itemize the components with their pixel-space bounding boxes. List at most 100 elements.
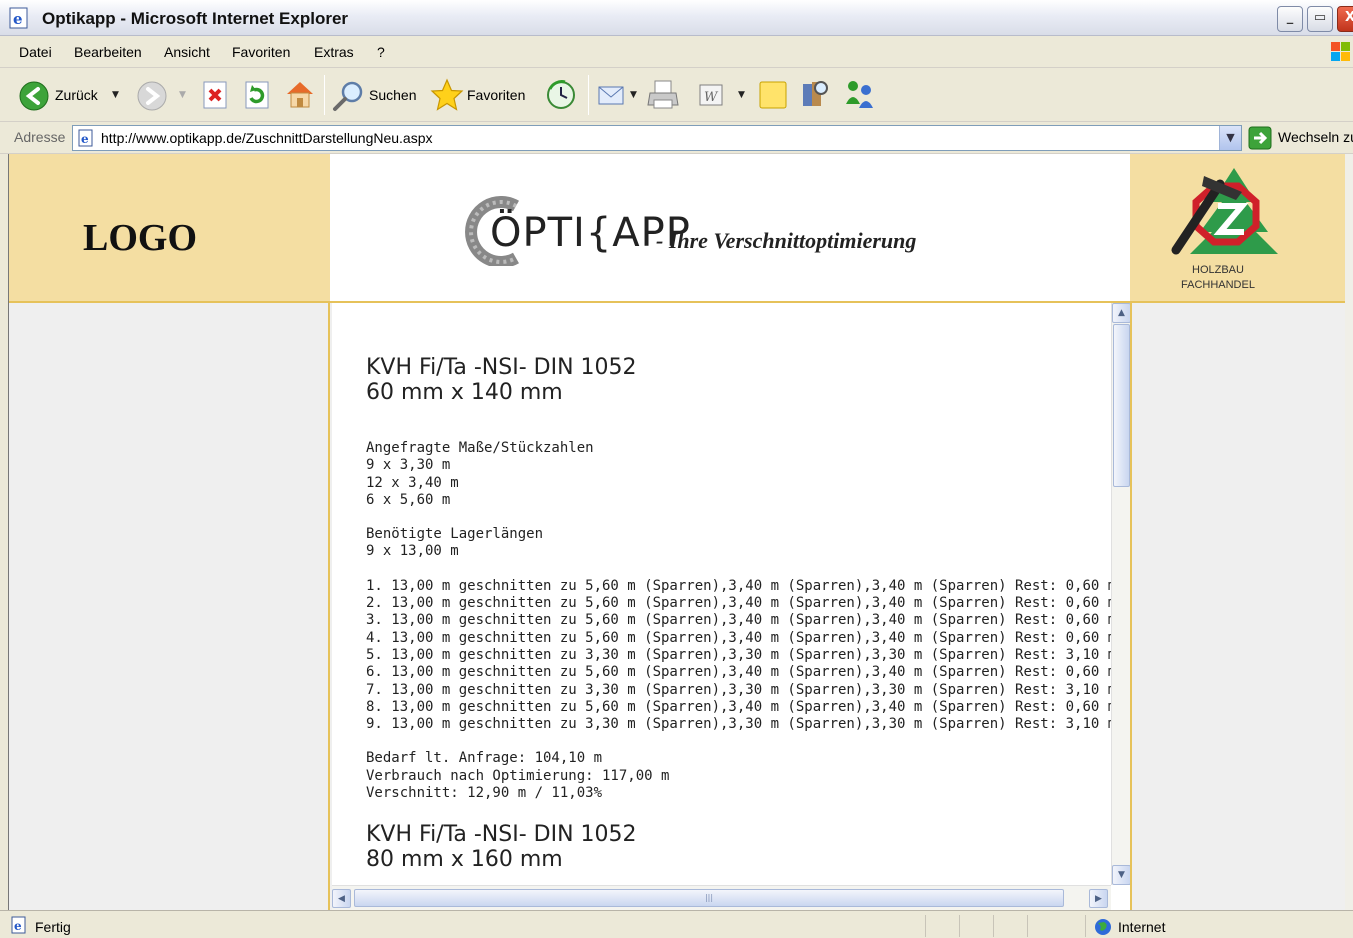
- forward-button[interactable]: [136, 80, 168, 112]
- address-input[interactable]: e http://www.optikapp.de/ZuschnittDarste…: [72, 125, 1242, 151]
- left-column: [9, 303, 330, 910]
- cut-line: 1. 13,00 m geschnitten zu 5,60 m (Sparre…: [366, 577, 1117, 594]
- cut-line: 8. 13,00 m geschnitten zu 5,60 m (Sparre…: [366, 698, 1117, 715]
- search-icon: [333, 81, 363, 111]
- summary-line: Bedarf lt. Anfrage: 104,10 m: [366, 750, 603, 767]
- ie-page-icon: e: [9, 7, 28, 29]
- address-dropdown-icon[interactable]: ▼: [1219, 126, 1241, 150]
- title-bar[interactable]: e Optikapp - Microsoft Internet Explorer…: [0, 0, 1353, 36]
- cut-line: 9. 13,00 m geschnitten zu 3,30 m (Sparre…: [366, 716, 1117, 733]
- holzbau-logo-icon: [1171, 168, 1278, 255]
- zone-text: Internet: [1118, 919, 1166, 935]
- go-button[interactable]: Wechseln zu: [1248, 126, 1353, 150]
- svg-text:e: e: [81, 132, 89, 146]
- go-label: Wechseln zu: [1278, 129, 1353, 145]
- windows-logo-icon: [1331, 42, 1350, 61]
- minimize-button[interactable]: _: [1277, 6, 1303, 32]
- requested-item: 9 x 3,30 m: [366, 457, 451, 474]
- scroll-right-icon[interactable]: ▶: [1089, 889, 1108, 908]
- cut-line: 6. 13,00 m geschnitten zu 5,60 m (Sparre…: [366, 664, 1117, 681]
- holzbau-line2: FACHHANDEL: [1181, 279, 1255, 291]
- status-pane: [993, 915, 1027, 937]
- window-vertical-scrollbar[interactable]: [1345, 154, 1353, 910]
- status-pane: [1027, 915, 1085, 937]
- summary-line: Verbrauch nach Optimierung: 117,00 m: [366, 767, 670, 784]
- placeholder-logo: LOGO: [83, 217, 198, 259]
- requested-item: 6 x 5,60 m: [366, 491, 451, 508]
- home-icon[interactable]: [284, 78, 316, 110]
- section-title: KVH Fi/Ta -NSI- DIN 1052: [366, 822, 637, 848]
- back-label: Zurück: [55, 87, 98, 103]
- cut-line: 4. 13,00 m geschnitten zu 5,60 m (Sparre…: [366, 629, 1117, 646]
- horizontal-scroll-thumb[interactable]: |||: [354, 889, 1064, 907]
- section-dimensions: 60 mm x 140 mm: [366, 380, 563, 405]
- research-icon[interactable]: [799, 78, 831, 110]
- iframe-vertical-scrollbar[interactable]: ▲ ▼: [1111, 303, 1130, 885]
- section-title: KVH Fi/Ta -NSI- DIN 1052: [366, 355, 637, 380]
- print-icon[interactable]: [647, 78, 681, 112]
- favorites-label: Favoriten: [467, 87, 526, 103]
- go-arrow-icon: [1248, 126, 1272, 150]
- standard-toolbar: Zurück ▼ ▼ Suchen Favoriten ▼ W ▼: [0, 68, 1353, 122]
- cut-line: 7. 13,00 m geschnitten zu 3,30 m (Sparre…: [366, 681, 1117, 698]
- header-brand-panel: ÖPTI{APP - Ihre Verschnittoptimierung: [330, 154, 1130, 302]
- status-bar: e Fertig Internet: [0, 910, 1353, 938]
- edit-dropdown-icon[interactable]: ▼: [738, 90, 745, 100]
- address-url: http://www.optikapp.de/ZuschnittDarstell…: [101, 130, 433, 146]
- close-button[interactable]: X: [1337, 6, 1353, 32]
- vertical-scroll-thumb[interactable]: [1113, 324, 1130, 487]
- page-viewport: LOGO ÖPTI{APP - Ihre Verschnittoptimieru…: [8, 154, 1346, 910]
- iframe-horizontal-scrollbar[interactable]: ◀ ||| ▶: [332, 885, 1111, 910]
- menu-extras[interactable]: Extras: [314, 44, 354, 60]
- messenger-icon[interactable]: [843, 78, 877, 110]
- history-icon[interactable]: [545, 79, 577, 111]
- menu-ansicht[interactable]: Ansicht: [164, 44, 210, 60]
- cut-line: 2. 13,00 m geschnitten zu 5,60 m (Sparre…: [366, 595, 1117, 612]
- menu-bar: Datei Bearbeiten Ansicht Favoriten Extra…: [0, 36, 1353, 68]
- favorites-star-icon: [430, 78, 464, 111]
- mail-dropdown-icon[interactable]: ▼: [630, 90, 637, 100]
- cut-result-content: KVH Fi/Ta -NSI- DIN 1052 60 mm x 140 mm …: [366, 355, 1117, 873]
- mail-icon[interactable]: [597, 80, 627, 110]
- menu-help[interactable]: ?: [377, 44, 385, 60]
- forward-dropdown-icon[interactable]: ▼: [179, 90, 186, 100]
- refresh-icon[interactable]: [243, 80, 271, 110]
- scroll-down-icon[interactable]: ▼: [1112, 865, 1130, 885]
- search-label: Suchen: [369, 87, 417, 103]
- globe-icon: [1095, 919, 1111, 935]
- restore-button[interactable]: ▭: [1307, 6, 1333, 32]
- menu-favoriten[interactable]: Favoriten: [232, 44, 290, 60]
- menu-bearbeiten[interactable]: Bearbeiten: [74, 44, 142, 60]
- page-icon: e: [78, 129, 93, 147]
- cut-line: 5. 13,00 m geschnitten zu 3,30 m (Sparre…: [366, 646, 1117, 663]
- status-text: Fertig: [35, 919, 71, 935]
- back-arrow-icon: [19, 81, 49, 111]
- svg-text:W: W: [704, 90, 719, 105]
- scroll-left-icon[interactable]: ◀: [332, 889, 351, 908]
- header-right-panel: HOLZBAU FACHHANDEL: [1130, 154, 1346, 302]
- toolbar-separator: [324, 75, 325, 115]
- zone-pane: Internet: [1085, 915, 1353, 937]
- header-left-panel: LOGO: [9, 154, 330, 302]
- menu-datei[interactable]: Datei: [19, 44, 52, 60]
- stop-icon[interactable]: [201, 80, 229, 110]
- window-title: Optikapp - Microsoft Internet Explorer: [42, 9, 349, 28]
- page-status-icon: e: [11, 916, 26, 934]
- scroll-up-icon[interactable]: ▲: [1112, 303, 1130, 323]
- address-bar: Adresse e http://www.optikapp.de/Zuschni…: [0, 122, 1353, 154]
- stock-item: 9 x 13,00 m: [366, 543, 459, 560]
- address-label: Adresse: [14, 129, 66, 145]
- status-pane: [959, 915, 993, 937]
- section-dimensions: 80 mm x 160 mm: [366, 847, 563, 873]
- back-dropdown-icon[interactable]: ▼: [112, 90, 119, 100]
- summary-line: Verschnitt: 12,90 m / 11,03%: [366, 785, 603, 802]
- svg-text:e: e: [14, 919, 22, 933]
- edit-word-icon[interactable]: W: [697, 82, 725, 108]
- svg-text:e: e: [13, 10, 23, 28]
- brand-tagline: - Ihre Verschnittoptimierung: [656, 228, 917, 253]
- result-iframe[interactable]: KVH Fi/Ta -NSI- DIN 1052 60 mm x 140 mm …: [332, 303, 1130, 910]
- requested-heading: Angefragte Maße/Stückzahlen: [366, 440, 594, 456]
- status-pane: [925, 915, 959, 937]
- note-icon[interactable]: [757, 80, 789, 110]
- cut-line: 3. 13,00 m geschnitten zu 5,60 m (Sparre…: [366, 612, 1117, 629]
